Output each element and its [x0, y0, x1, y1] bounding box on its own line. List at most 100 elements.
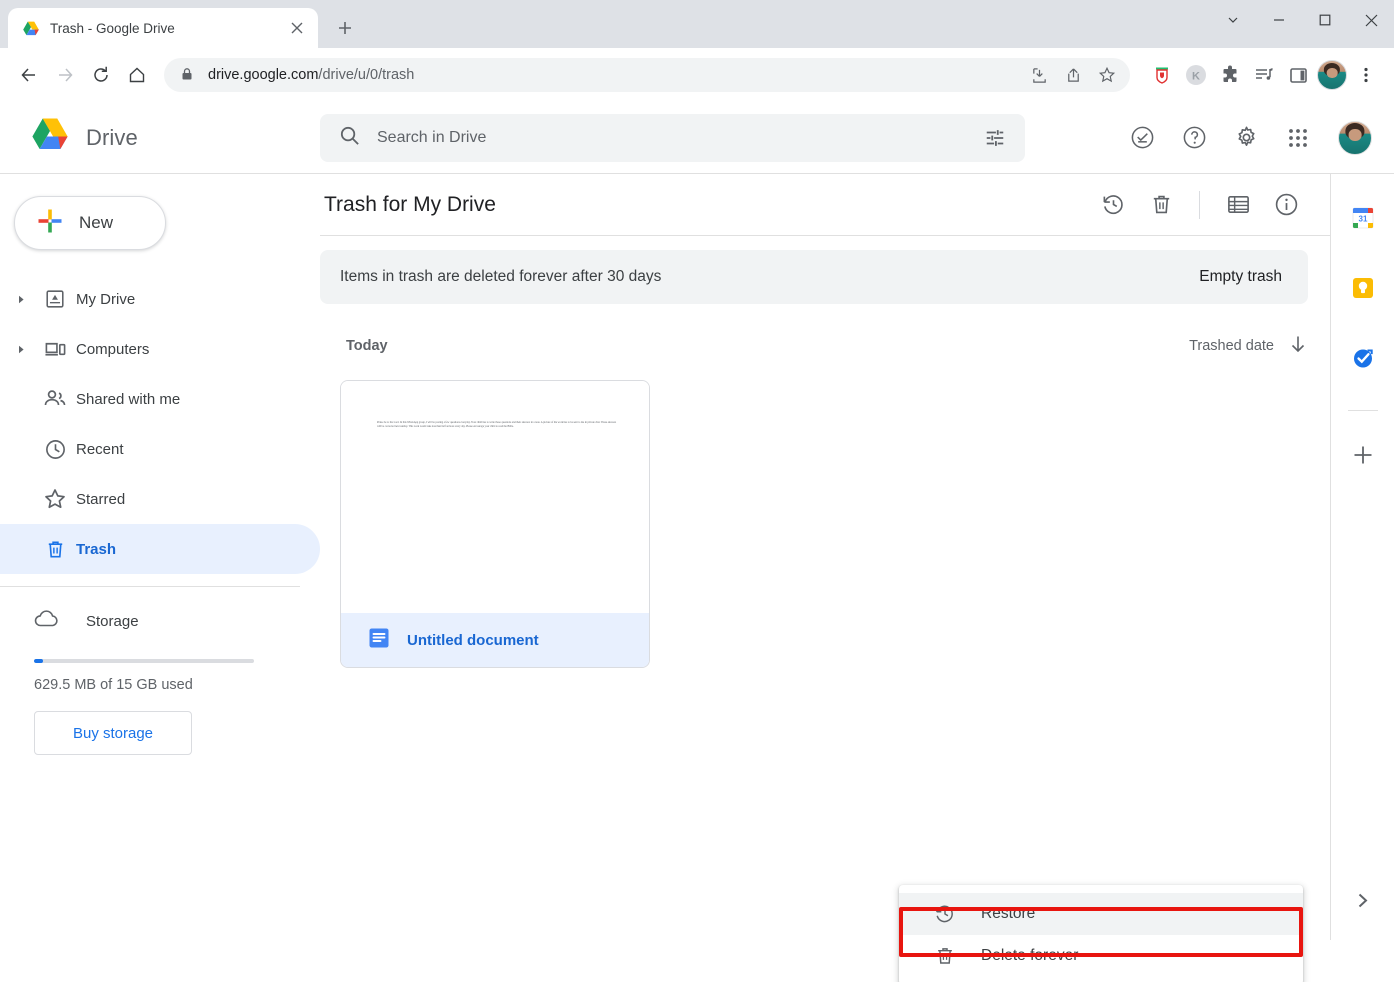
delete-forever-icon[interactable] — [1139, 183, 1183, 227]
drive-brand[interactable]: Drive — [0, 113, 320, 162]
forward-button-icon[interactable] — [48, 58, 82, 92]
buy-storage-button[interactable]: Buy storage — [34, 711, 192, 755]
storage-progress-bar — [34, 659, 254, 663]
context-menu-item-restore[interactable]: Restore — [899, 893, 1303, 935]
new-tab-button[interactable] — [330, 13, 360, 43]
google-tasks-icon[interactable] — [1341, 336, 1385, 380]
account-avatar[interactable] — [1338, 120, 1372, 155]
main-content: Trash for My Drive Items in trash are de… — [320, 174, 1330, 982]
recent-clock-icon — [34, 438, 76, 461]
extension-icons: K — [1140, 59, 1382, 91]
three-dot-menu-icon[interactable] — [1350, 59, 1382, 91]
bookmark-star-icon[interactable] — [1092, 60, 1122, 90]
sidebar-item-recent[interactable]: Recent — [0, 424, 320, 474]
starred-star-icon — [34, 487, 76, 511]
back-button-icon[interactable] — [12, 58, 46, 92]
k-extension-icon[interactable]: K — [1180, 59, 1212, 91]
my-drive-icon — [34, 288, 76, 310]
sidebar-item-label: Computers — [76, 340, 150, 358]
storage-label: Storage — [86, 612, 139, 630]
honey-extension-icon[interactable] — [1146, 59, 1178, 91]
google-keep-icon[interactable] — [1341, 266, 1385, 310]
computers-icon — [34, 338, 76, 361]
context-menu-label: Restore — [981, 905, 1036, 922]
context-menu-label: Delete forever — [981, 947, 1079, 964]
media-playlist-icon[interactable] — [1248, 59, 1280, 91]
url-text: drive.google.com/drive/u/0/trash — [208, 67, 1012, 83]
sidebar-item-label: My Drive — [76, 290, 136, 308]
main-header: Trash for My Drive — [320, 174, 1330, 236]
minimize-icon[interactable] — [1256, 0, 1302, 40]
profile-avatar[interactable] — [1316, 59, 1348, 91]
tune-icon[interactable] — [977, 120, 1013, 156]
reload-button-icon[interactable] — [84, 58, 118, 92]
restore-icon[interactable] — [1091, 183, 1135, 227]
side-panel-icon[interactable] — [1282, 59, 1314, 91]
empty-trash-button[interactable]: Empty trash — [1199, 268, 1282, 286]
browser-window: Trash - Google Drive drive.google.com/dr… — [0, 0, 1394, 982]
sidebar-item-my-drive[interactable]: My Drive — [0, 274, 320, 324]
sidebar-item-trash[interactable]: Trash — [0, 524, 320, 574]
help-icon[interactable] — [1172, 116, 1216, 160]
tab-strip: Trash - Google Drive — [0, 0, 1394, 48]
tab-title: Trash - Google Drive — [50, 20, 175, 36]
url-path: /drive/u/0/trash — [318, 67, 415, 83]
search-area — [320, 113, 1120, 162]
trash-icon — [34, 538, 76, 561]
sidebar-item-shared-with-me[interactable]: Shared with me — [0, 374, 320, 424]
expand-caret-icon[interactable] — [8, 295, 34, 304]
add-plus-icon[interactable] — [1341, 433, 1385, 477]
browser-tab[interactable]: Trash - Google Drive — [8, 8, 318, 48]
file-card-footer: Untitled document — [341, 613, 649, 667]
google-drive-logo-icon — [28, 113, 72, 162]
google-docs-icon — [367, 626, 391, 655]
details-info-icon[interactable] — [1264, 183, 1308, 227]
list-header: Today Trashed date — [320, 318, 1308, 374]
sidebar-item-label: Recent — [76, 440, 124, 458]
header-actions — [1120, 116, 1394, 160]
sort-down-arrow-icon[interactable] — [1288, 334, 1308, 359]
expand-caret-icon[interactable] — [8, 345, 34, 354]
url-domain: drive.google.com — [208, 67, 319, 83]
settings-gear-icon[interactable] — [1224, 116, 1268, 160]
file-thumbnail: Praise be to the Lord. In this WhatsApp … — [341, 381, 649, 613]
home-button-icon[interactable] — [120, 58, 154, 92]
address-bar[interactable]: drive.google.com/drive/u/0/trash — [164, 58, 1130, 92]
sort-control[interactable]: Trashed date — [1189, 334, 1308, 359]
search-box[interactable] — [320, 113, 1025, 162]
install-icon[interactable] — [1024, 60, 1054, 90]
context-menu-item-delete-forever[interactable]: Delete forever — [899, 935, 1303, 977]
drive-header: Drive — [0, 102, 1394, 174]
sidebar-item-computers[interactable]: Computers — [0, 324, 320, 374]
new-button[interactable]: New — [14, 196, 166, 250]
storage-section: Storage 629.5 MB of 15 GB used Buy stora… — [0, 599, 320, 755]
storage-row[interactable]: Storage — [34, 599, 320, 643]
svg-text:31: 31 — [1358, 215, 1367, 224]
omnibox-actions — [1024, 60, 1122, 90]
main-toolbar — [1091, 183, 1308, 227]
side-apps-rail: 31 — [1330, 174, 1394, 940]
new-button-label: New — [79, 213, 114, 232]
sidebar-item-starred[interactable]: Starred — [0, 474, 320, 524]
browser-toolbar: drive.google.com/drive/u/0/trash K — [0, 48, 1394, 102]
tab-close-icon[interactable] — [286, 17, 308, 39]
rail-divider — [1347, 410, 1378, 411]
list-view-icon[interactable] — [1216, 183, 1260, 227]
plus-multicolor-icon — [37, 208, 63, 239]
puzzle-extensions-icon[interactable] — [1214, 59, 1246, 91]
storage-used-text: 629.5 MB of 15 GB used — [34, 677, 193, 693]
banner-text: Items in trash are deleted forever after… — [340, 268, 662, 285]
maximize-icon[interactable] — [1302, 0, 1348, 40]
svg-text:K: K — [1192, 71, 1200, 83]
search-input[interactable] — [377, 128, 961, 147]
share-icon[interactable] — [1058, 60, 1088, 90]
tab-search-chevron-icon[interactable] — [1210, 0, 1256, 40]
support-icon[interactable] — [1120, 116, 1164, 160]
restore-icon — [933, 903, 957, 925]
chevron-right-icon[interactable] — [1343, 880, 1383, 920]
close-window-icon[interactable] — [1348, 0, 1394, 40]
lock-icon — [180, 67, 196, 83]
google-calendar-icon[interactable]: 31 — [1341, 196, 1385, 240]
apps-grid-icon[interactable] — [1276, 116, 1320, 160]
file-card[interactable]: Praise be to the Lord. In this WhatsApp … — [340, 380, 650, 668]
